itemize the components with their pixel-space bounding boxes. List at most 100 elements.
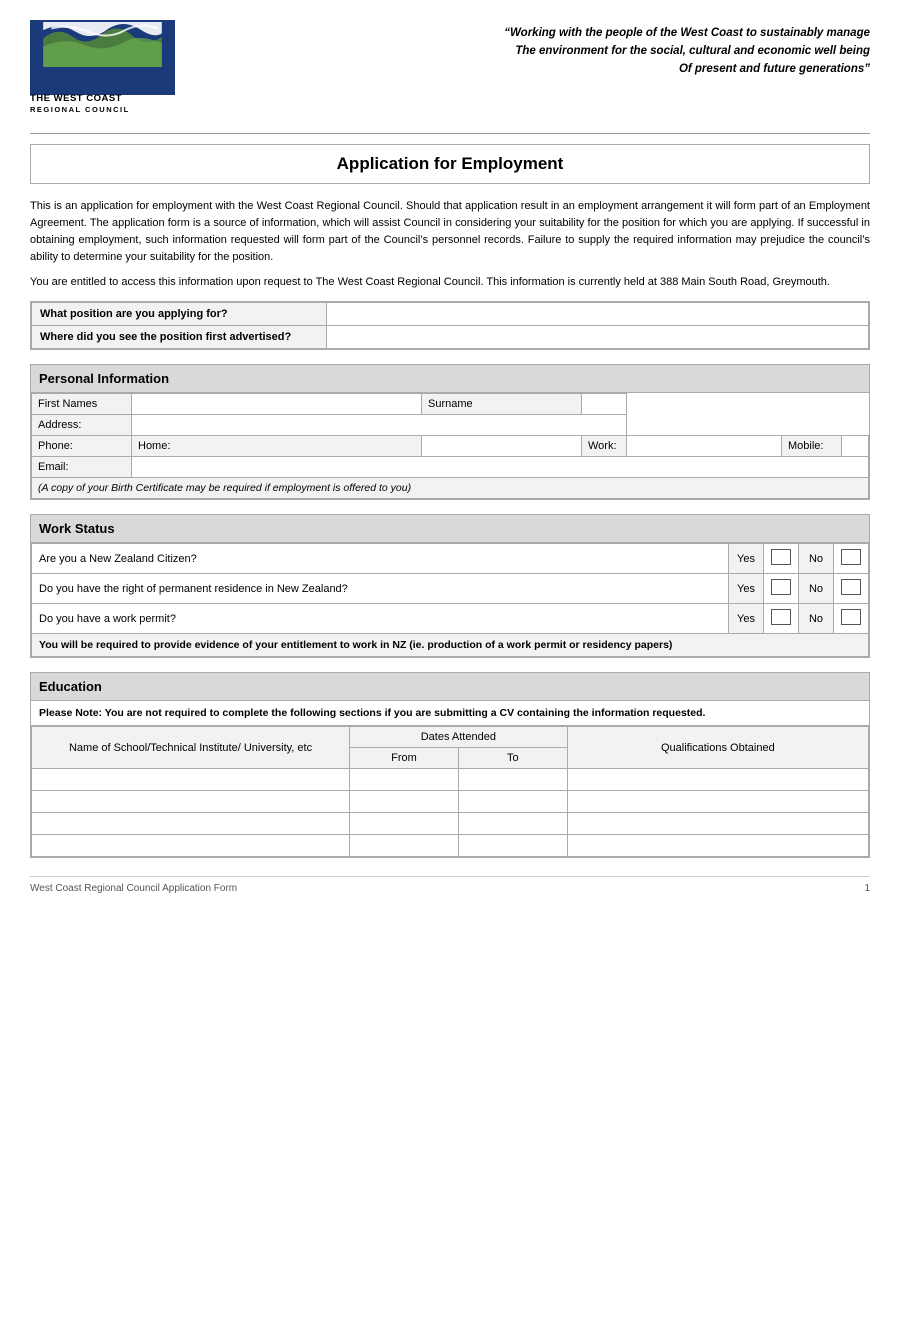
- personal-info-section: Personal Information First Names Surname…: [30, 364, 870, 500]
- position-table: What position are you applying for? Wher…: [31, 302, 869, 349]
- position-q2-label: Where did you see the position first adv…: [32, 326, 327, 349]
- edu-row-3-to[interactable]: [458, 835, 567, 857]
- birth-cert-note-row: (A copy of your Birth Certificate may be…: [32, 478, 869, 499]
- tagline: “Working with the people of the West Coa…: [185, 20, 870, 78]
- edu-row-1-to[interactable]: [458, 791, 567, 813]
- logo-text: THE WEST COAST REGIONAL COUNCIL: [30, 93, 175, 115]
- position-q1-label: What position are you applying for?: [32, 303, 327, 326]
- mobile-label: Mobile:: [782, 436, 842, 457]
- work-status-header: Work Status: [31, 515, 869, 543]
- edu-row-3-from[interactable]: [350, 835, 459, 857]
- personal-info-header: Personal Information: [31, 365, 869, 393]
- edu-col-name: Name of School/Technical Institute/ Univ…: [32, 727, 350, 769]
- position-q2-value[interactable]: [327, 326, 869, 349]
- names-row: First Names Surname: [32, 394, 869, 415]
- edu-row-3-qual[interactable]: [567, 835, 868, 857]
- ws-no-label-1: No: [799, 544, 834, 574]
- edu-row-0-from[interactable]: [350, 769, 459, 791]
- edu-row-2-from[interactable]: [350, 813, 459, 835]
- ws-no-box-1[interactable]: [834, 544, 869, 574]
- logo-box: THE WEST COAST REGIONAL COUNCIL: [30, 20, 175, 115]
- ws-q2: Do you have the right of permanent resid…: [32, 574, 729, 604]
- edu-row-2-name[interactable]: [32, 813, 350, 835]
- position-row-1: What position are you applying for?: [32, 303, 869, 326]
- position-q1-value[interactable]: [327, 303, 869, 326]
- edu-data-row: [32, 835, 869, 857]
- edu-data-row: [32, 769, 869, 791]
- email-row: Email:: [32, 457, 869, 478]
- first-names-label: First Names: [32, 394, 132, 415]
- personal-info-table: First Names Surname Address: Phone: Home…: [31, 393, 869, 499]
- tagline-line2: The environment for the social, cultural…: [515, 45, 870, 57]
- ws-row-1: Are you a New Zealand Citizen? Yes No: [32, 544, 869, 574]
- address-row: Address:: [32, 415, 869, 436]
- work-value[interactable]: [627, 436, 782, 457]
- ws-row-2: Do you have the right of permanent resid…: [32, 574, 869, 604]
- work-label: Work:: [582, 436, 627, 457]
- edu-row-3-name[interactable]: [32, 835, 350, 857]
- education-header: Education: [31, 673, 869, 701]
- education-note: Please Note: You are not required to com…: [31, 701, 869, 726]
- page-footer: West Coast Regional Council Application …: [30, 876, 870, 894]
- logo-area: THE WEST COAST REGIONAL COUNCIL: [30, 20, 185, 115]
- form-title-box: Application for Employment: [30, 144, 870, 184]
- address-value[interactable]: [132, 415, 627, 436]
- edu-col-dates: Dates Attended: [350, 727, 568, 748]
- edu-row-1-name[interactable]: [32, 791, 350, 813]
- ws-no-box-2[interactable]: [834, 574, 869, 604]
- edu-row-2-to[interactable]: [458, 813, 567, 835]
- edu-col-from: From: [350, 748, 459, 769]
- ws-note: You will be required to provide evidence…: [32, 634, 869, 657]
- logo-wave-icon: [35, 22, 170, 67]
- ws-no-box-3[interactable]: [834, 604, 869, 634]
- ws-yes-box-1[interactable]: [764, 544, 799, 574]
- ws-yes-label-3: Yes: [729, 604, 764, 634]
- home-value[interactable]: [422, 436, 582, 457]
- intro-para2: You are entitled to access this informat…: [30, 274, 870, 291]
- tagline-line3: Of present and future generations”: [679, 63, 870, 75]
- surname-value[interactable]: [582, 394, 627, 415]
- footer-right: 1: [864, 883, 870, 894]
- phone-label: Phone:: [32, 436, 132, 457]
- email-label: Email:: [32, 457, 132, 478]
- ws-no-label-3: No: [799, 604, 834, 634]
- ws-q1: Are you a New Zealand Citizen?: [32, 544, 729, 574]
- ws-yes-label-1: Yes: [729, 544, 764, 574]
- intro-text: This is an application for employment wi…: [30, 198, 870, 291]
- work-status-table: Are you a New Zealand Citizen? Yes No Do…: [31, 543, 869, 657]
- edu-row-0-name[interactable]: [32, 769, 350, 791]
- edu-header-row-1: Name of School/Technical Institute/ Univ…: [32, 727, 869, 748]
- edu-row-1-qual[interactable]: [567, 791, 868, 813]
- edu-col-qual: Qualifications Obtained: [567, 727, 868, 769]
- edu-row-2-qual[interactable]: [567, 813, 868, 835]
- ws-no-label-2: No: [799, 574, 834, 604]
- work-status-section: Work Status Are you a New Zealand Citize…: [30, 514, 870, 658]
- tagline-line1: “Working with the people of the West Coa…: [504, 27, 870, 39]
- email-value[interactable]: [132, 457, 869, 478]
- edu-data-row: [32, 813, 869, 835]
- page-header: THE WEST COAST REGIONAL COUNCIL “Working…: [30, 20, 870, 115]
- position-row-2: Where did you see the position first adv…: [32, 326, 869, 349]
- ws-yes-box-2[interactable]: [764, 574, 799, 604]
- ws-row-3: Do you have a work permit? Yes No: [32, 604, 869, 634]
- edu-data-row: [32, 791, 869, 813]
- phone-row: Phone: Home: Work: Mobile:: [32, 436, 869, 457]
- ws-q3: Do you have a work permit?: [32, 604, 729, 634]
- first-names-value[interactable]: [132, 394, 422, 415]
- ws-yes-label-2: Yes: [729, 574, 764, 604]
- form-title: Application for Employment: [40, 154, 860, 174]
- edu-row-1-from[interactable]: [350, 791, 459, 813]
- edu-row-0-to[interactable]: [458, 769, 567, 791]
- ws-note-row: You will be required to provide evidence…: [32, 634, 869, 657]
- birth-cert-note: (A copy of your Birth Certificate may be…: [32, 478, 869, 499]
- edu-col-to: To: [458, 748, 567, 769]
- position-section: What position are you applying for? Wher…: [30, 301, 870, 350]
- education-table: Name of School/Technical Institute/ Univ…: [31, 726, 869, 857]
- home-label: Home:: [132, 436, 422, 457]
- education-section: Education Please Note: You are not requi…: [30, 672, 870, 858]
- edu-row-0-qual[interactable]: [567, 769, 868, 791]
- header-divider: [30, 133, 870, 134]
- ws-yes-box-3[interactable]: [764, 604, 799, 634]
- intro-para1: This is an application for employment wi…: [30, 198, 870, 266]
- mobile-value[interactable]: [842, 436, 869, 457]
